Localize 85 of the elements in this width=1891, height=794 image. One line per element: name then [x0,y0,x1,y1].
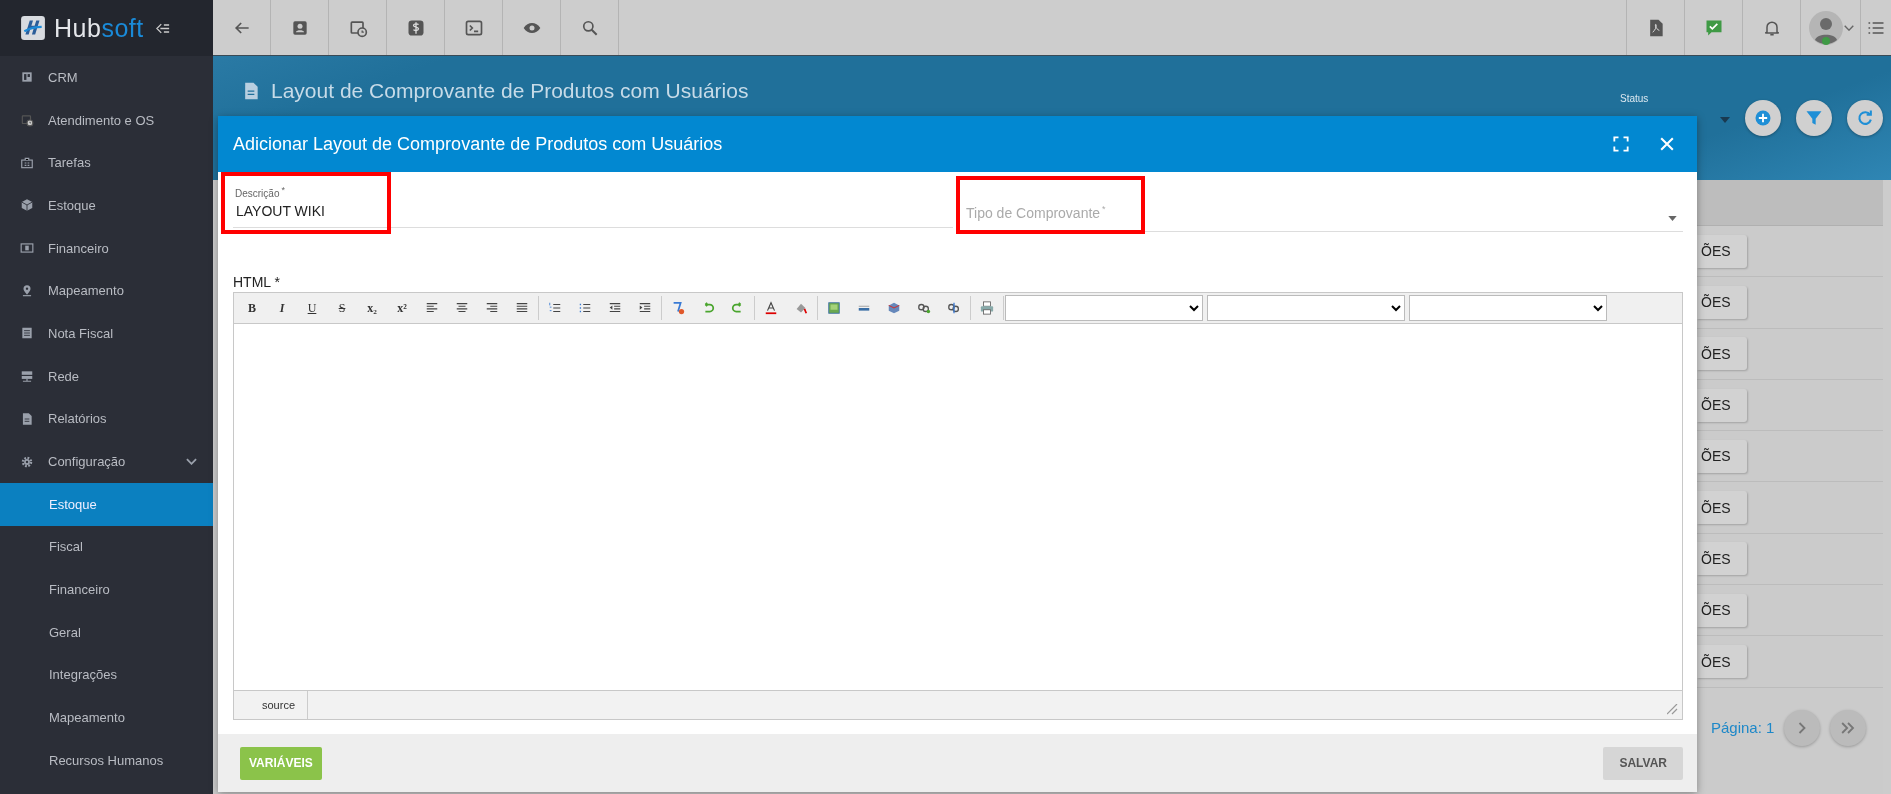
align-justify-icon [515,301,529,315]
clear-format-icon [671,301,685,315]
sidebar-item[interactable]: Financeiro [0,226,213,270]
menu-item-icon [20,241,34,256]
sidebar-item[interactable]: Configuração [0,440,213,483]
description-field[interactable]: LAYOUT WIKI [233,199,953,229]
sidebar-item[interactable]: Estoque [0,184,213,227]
dialog-title: Adicionar Layout de Comprovante de Produtos com Usuários [233,133,724,155]
menu-item-icon [20,198,34,213]
align-right-icon [485,301,499,315]
menu-item-icon [20,155,34,170]
actions-button[interactable]: ÕES [1697,542,1747,576]
format-button[interactable]: S [327,295,357,321]
sidebar-subitem[interactable]: Recursos Humanos [0,739,213,782]
sidebar-item[interactable]: Tarefas [0,141,213,185]
logo-text: Hubsoft [54,13,144,43]
indent-icon [638,301,652,315]
actions-button[interactable]: ÕES [1697,593,1747,627]
resize-grip-icon[interactable] [1667,704,1679,716]
sidebar-subitem[interactable]: Estoque [0,482,213,526]
dropdown-caret-icon [1668,216,1677,221]
actions-button[interactable]: ÕES [1697,337,1747,371]
sidebar-item[interactable]: Mapeamento [0,269,213,313]
text-color-icon [764,301,778,315]
actions-button[interactable]: ÕES [1697,439,1747,473]
menu-item-icon [20,70,34,85]
collapse-menu-icon[interactable] [155,22,170,34]
actions-button[interactable]: ÕES [1697,285,1747,319]
page-title: Layout de Comprovante de Produtos com Usuários [271,78,749,104]
format-button[interactable]: I [267,295,297,321]
page-indicator: Página: 1 [1711,719,1775,737]
refresh-button[interactable] [1847,100,1883,136]
editor-label: HTML * [233,274,281,292]
print-icon [980,301,994,315]
menu-item-icon [20,454,34,469]
sidebar-subitem[interactable]: Fiscal [0,525,213,569]
refresh-icon [1855,108,1875,128]
fullscreen-icon [1611,134,1631,154]
status-label: Status [1620,93,1649,104]
sidebar-subitem[interactable]: Financeiro [0,568,213,611]
link-icon [917,301,931,315]
field-label: Descrição $^{*}$ [235,185,286,200]
align-left-icon [425,301,439,315]
outdent-icon [608,301,622,315]
logo-icon [20,15,46,41]
format-button[interactable]: B [237,295,267,321]
avatar-icon [1807,9,1844,46]
font-select[interactable] [1005,295,1203,321]
caret-icon [1720,117,1730,123]
actions-button[interactable]: ÕES [1697,234,1747,268]
sidebar-item[interactable]: CRM [0,56,213,99]
fill-color-icon [794,301,808,315]
sidebar-subitem[interactable]: Geral [0,610,213,654]
size-select[interactable] [1207,295,1405,321]
bullet-list-icon [578,301,592,315]
menu-item-icon [20,113,34,128]
actions-button[interactable]: ÕES [1697,645,1747,678]
menu-item-icon [20,326,34,341]
menu-item-icon [20,411,34,426]
format-button[interactable]: U [297,295,327,321]
add-button[interactable] [1745,100,1781,136]
box-icon [887,301,901,315]
unlink-icon [947,301,961,315]
sidebar-item[interactable]: Atendimento e OS [0,98,213,142]
sidebar-item[interactable]: Relatórios [0,397,213,441]
sidebar-item[interactable]: Rede [0,354,213,398]
sidebar-item[interactable]: Nota Fiscal [0,312,213,355]
menu-item-icon [20,369,34,384]
format-button[interactable]: x₂ [357,295,387,321]
source-tab[interactable]: source [234,691,309,719]
align-center-icon [455,301,469,315]
caret-icon [1843,24,1854,31]
sidebar-subitem[interactable]: Mapeamento [0,696,213,739]
last-page-button[interactable] [1830,709,1867,746]
ordered-list-icon [548,301,562,315]
menu-item-icon [20,283,34,298]
actions-button[interactable]: ÕES [1697,388,1747,422]
filter-button[interactable] [1796,100,1832,136]
actions-button[interactable]: ÕES [1697,491,1747,525]
filter-icon [1804,108,1824,128]
format-select[interactable] [1409,295,1607,321]
image-icon [827,301,841,315]
format-button[interactable]: x² [387,295,417,321]
add-icon [1753,108,1773,128]
sidebar-subitem[interactable]: Integrações [0,653,213,697]
